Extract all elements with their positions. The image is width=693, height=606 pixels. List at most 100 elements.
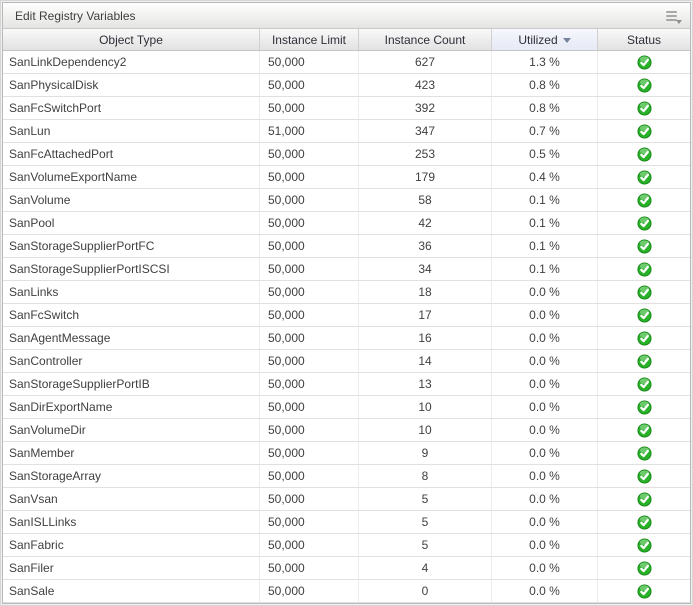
cell-utilized: 0.1 % — [492, 189, 598, 211]
status-ok-icon — [636, 353, 652, 369]
cell-status — [598, 212, 690, 234]
cell-status — [598, 511, 690, 533]
cell-instance-limit: 50,000 — [260, 281, 359, 303]
status-ok-icon — [636, 146, 652, 162]
table-row[interactable]: SanLinks 50,000 18 0.0 % — [3, 281, 690, 304]
cell-object-type: SanVsan — [3, 488, 260, 510]
table-row[interactable]: SanStorageArray 50,000 8 0.0 % — [3, 465, 690, 488]
chevron-down-icon — [676, 19, 682, 24]
cell-status — [598, 557, 690, 579]
table-row[interactable]: SanLun 51,000 347 0.7 % — [3, 120, 690, 143]
table-row[interactable]: SanVsan 50,000 5 0.0 % — [3, 488, 690, 511]
cell-status — [598, 235, 690, 257]
grid-panel: Edit Registry Variables Object Type Inst… — [2, 2, 691, 604]
cell-instance-count: 13 — [359, 373, 492, 395]
cell-instance-limit: 50,000 — [260, 189, 359, 211]
cell-utilized: 0.8 % — [492, 97, 598, 119]
cell-instance-limit: 50,000 — [260, 373, 359, 395]
cell-instance-limit: 50,000 — [260, 235, 359, 257]
cell-utilized: 0.1 % — [492, 258, 598, 280]
cell-utilized: 0.8 % — [492, 74, 598, 96]
column-header-instance-count[interactable]: Instance Count — [359, 29, 492, 50]
table-row[interactable]: SanPool 50,000 42 0.1 % — [3, 212, 690, 235]
status-ok-icon — [636, 445, 652, 461]
cell-utilized: 0.4 % — [492, 166, 598, 188]
cell-object-type: SanAgentMessage — [3, 327, 260, 349]
grid-body: SanLinkDependency2 50,000 627 1.3 % SanP… — [3, 51, 690, 603]
column-header-label: Instance Limit — [271, 32, 347, 47]
cell-status — [598, 419, 690, 441]
cell-instance-count: 58 — [359, 189, 492, 211]
status-ok-icon — [636, 560, 652, 576]
cell-instance-limit: 50,000 — [260, 74, 359, 96]
cell-status — [598, 327, 690, 349]
status-ok-icon — [636, 468, 652, 484]
table-row[interactable]: SanFiler 50,000 4 0.0 % — [3, 557, 690, 580]
table-row[interactable]: SanLinkDependency2 50,000 627 1.3 % — [3, 51, 690, 74]
sort-desc-icon — [562, 38, 571, 43]
cell-utilized: 0.0 % — [492, 373, 598, 395]
panel-title: Edit Registry Variables — [15, 8, 136, 23]
table-row[interactable]: SanVolumeExportName 50,000 179 0.4 % — [3, 166, 690, 189]
grid-menu-icon[interactable] — [666, 9, 682, 24]
cell-instance-limit: 50,000 — [260, 350, 359, 372]
cell-object-type: SanFcAttachedPort — [3, 143, 260, 165]
cell-utilized: 0.0 % — [492, 281, 598, 303]
table-row[interactable]: SanAgentMessage 50,000 16 0.0 % — [3, 327, 690, 350]
status-ok-icon — [636, 537, 652, 553]
table-row[interactable]: SanMember 50,000 9 0.0 % — [3, 442, 690, 465]
registry-variables-grid: Object Type Instance Limit Instance Coun… — [3, 29, 690, 603]
cell-instance-limit: 50,000 — [260, 511, 359, 533]
cell-utilized: 0.1 % — [492, 235, 598, 257]
cell-status — [598, 580, 690, 602]
table-row[interactable]: SanSale 50,000 0 0.0 % — [3, 580, 690, 603]
table-row[interactable]: SanVolumeDir 50,000 10 0.0 % — [3, 419, 690, 442]
cell-utilized: 0.0 % — [492, 580, 598, 602]
cell-instance-limit: 50,000 — [260, 396, 359, 418]
status-ok-icon — [636, 284, 652, 300]
table-row[interactable]: SanStorageSupplierPortISCSI 50,000 34 0.… — [3, 258, 690, 281]
cell-utilized: 0.0 % — [492, 557, 598, 579]
cell-object-type: SanFcSwitchPort — [3, 97, 260, 119]
grid-header-row: Object Type Instance Limit Instance Coun… — [3, 29, 690, 51]
cell-status — [598, 97, 690, 119]
cell-instance-count: 34 — [359, 258, 492, 280]
column-header-label: Object Type — [99, 32, 163, 47]
table-row[interactable]: SanDirExportName 50,000 10 0.0 % — [3, 396, 690, 419]
table-row[interactable]: SanStorageSupplierPortFC 50,000 36 0.1 % — [3, 235, 690, 258]
table-row[interactable]: SanController 50,000 14 0.0 % — [3, 350, 690, 373]
cell-instance-count: 10 — [359, 396, 492, 418]
cell-instance-limit: 50,000 — [260, 580, 359, 602]
cell-object-type: SanMember — [3, 442, 260, 464]
table-row[interactable]: SanVolume 50,000 58 0.1 % — [3, 189, 690, 212]
menu-bar-line — [666, 14, 677, 17]
table-row[interactable]: SanPhysicalDisk 50,000 423 0.8 % — [3, 74, 690, 97]
table-row[interactable]: SanFabric 50,000 5 0.0 % — [3, 534, 690, 557]
cell-utilized: 0.1 % — [492, 212, 598, 234]
cell-instance-count: 8 — [359, 465, 492, 487]
cell-status — [598, 488, 690, 510]
cell-status — [598, 534, 690, 556]
cell-utilized: 1.3 % — [492, 51, 598, 73]
column-header-instance-limit[interactable]: Instance Limit — [260, 29, 359, 50]
cell-instance-limit: 50,000 — [260, 143, 359, 165]
cell-instance-limit: 50,000 — [260, 465, 359, 487]
cell-instance-count: 42 — [359, 212, 492, 234]
cell-object-type: SanPool — [3, 212, 260, 234]
cell-instance-count: 627 — [359, 51, 492, 73]
table-row[interactable]: SanFcAttachedPort 50,000 253 0.5 % — [3, 143, 690, 166]
cell-instance-count: 423 — [359, 74, 492, 96]
table-row[interactable]: SanFcSwitch 50,000 17 0.0 % — [3, 304, 690, 327]
column-header-utilized[interactable]: Utilized — [492, 29, 598, 50]
table-row[interactable]: SanFcSwitchPort 50,000 392 0.8 % — [3, 97, 690, 120]
menu-bar-line — [666, 10, 677, 13]
column-header-status[interactable]: Status — [598, 29, 690, 50]
table-row[interactable]: SanISLLinks 50,000 5 0.0 % — [3, 511, 690, 534]
status-ok-icon — [636, 215, 652, 231]
cell-status — [598, 304, 690, 326]
status-ok-icon — [636, 192, 652, 208]
column-header-object-type[interactable]: Object Type — [3, 29, 260, 50]
table-row[interactable]: SanStorageSupplierPortIB 50,000 13 0.0 % — [3, 373, 690, 396]
column-header-label: Status — [626, 32, 662, 47]
status-ok-icon — [636, 123, 652, 139]
